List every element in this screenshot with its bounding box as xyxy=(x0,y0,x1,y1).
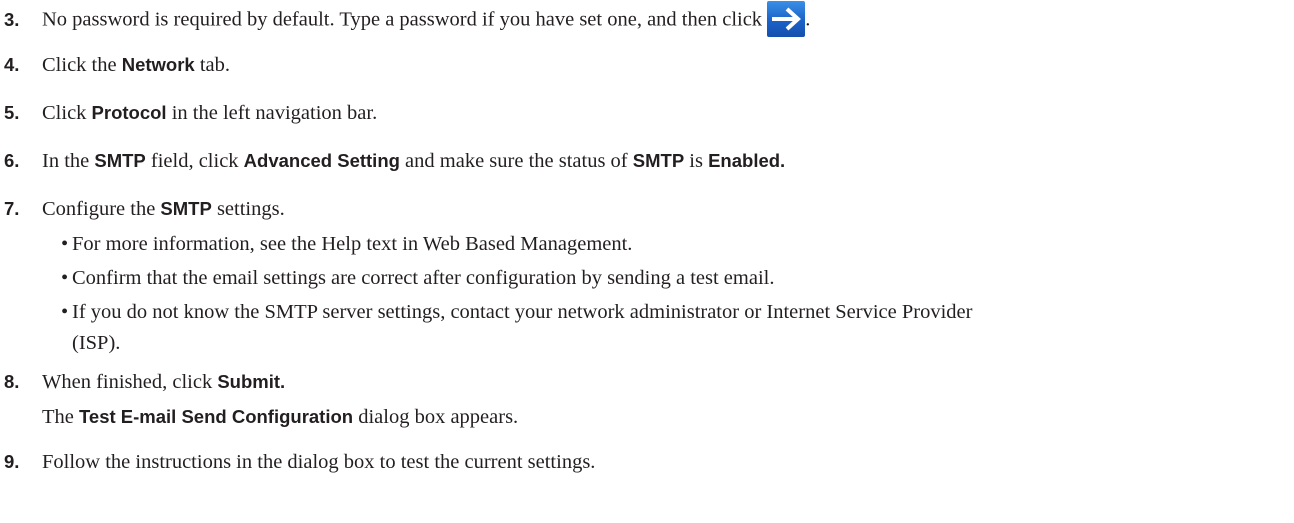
advanced-setting-keyword: Advanced Setting xyxy=(243,150,400,171)
step-number: 3. xyxy=(4,8,20,30)
note-text: The xyxy=(42,406,79,428)
step-5: 5. Click Protocol in the left navigation … xyxy=(4,101,377,125)
step-number: 7. xyxy=(4,198,20,219)
step-8: 8. When finished, click Submit. xyxy=(4,370,285,394)
step-text: Click the xyxy=(42,54,122,76)
submit-keyword: Submit. xyxy=(217,371,286,392)
bullet-dot: • xyxy=(61,301,69,323)
step-number: 5. xyxy=(4,102,20,123)
step-4: 4. Click the Network tab. xyxy=(4,53,230,77)
smtp-keyword: SMTP xyxy=(632,150,685,171)
step-text: and make sure the status of xyxy=(399,150,633,172)
step-8-note: The Test E-mail Send Configuration dialo… xyxy=(42,405,518,429)
enabled-keyword: Enabled. xyxy=(708,150,786,171)
step-number: 8. xyxy=(4,371,20,392)
bullet-item: • If you do not know the SMTP server sett… xyxy=(61,300,972,324)
bullet-text-continuation: (ISP). xyxy=(72,332,121,354)
step-6: 6. In the SMTP field, click Advanced Sett… xyxy=(4,149,785,173)
step-text: Configure the xyxy=(42,198,161,220)
bullet-text: For more information, see the Help text … xyxy=(72,233,633,255)
step-text: field, click xyxy=(145,150,244,172)
dialog-name-keyword: Test E-mail Send Configuration xyxy=(79,406,354,427)
bullet-dot: • xyxy=(61,233,69,255)
step-text: settings. xyxy=(211,198,285,220)
bullet-item: • For more information, see the Help text… xyxy=(61,232,632,256)
step-text-end: . xyxy=(805,8,811,31)
step-text: Click xyxy=(42,102,92,124)
step-text: No password is required by default. Type… xyxy=(42,8,768,31)
step-3: 3. No password is required by default. Ty… xyxy=(4,1,811,39)
step-text: When finished, click xyxy=(42,371,218,393)
bullet-text: If you do not know the SMTP server setti… xyxy=(72,301,973,323)
step-text: is xyxy=(684,150,709,172)
step-text: In the xyxy=(42,150,95,172)
step-text: Follow the instructions in the dialog bo… xyxy=(42,451,596,473)
protocol-keyword: Protocol xyxy=(91,102,167,123)
step-text: tab. xyxy=(194,54,231,76)
bullet-item: • Confirm that the email settings are cor… xyxy=(61,266,774,290)
right-arrow-button-icon xyxy=(767,1,806,37)
bullet-text: Confirm that the email settings are corr… xyxy=(72,267,775,289)
network-tab-keyword: Network xyxy=(121,54,195,75)
smtp-keyword: SMTP xyxy=(160,198,212,219)
note-text: dialog box appears. xyxy=(353,406,519,428)
step-9: 9. Follow the instructions in the dialog … xyxy=(4,450,595,474)
bullet-dot: • xyxy=(61,267,69,289)
step-7: 7. Configure the SMTP settings. xyxy=(4,197,285,221)
step-text: in the left navigation bar. xyxy=(166,102,378,124)
step-number: 4. xyxy=(4,54,20,75)
step-number: 9. xyxy=(4,451,20,472)
step-number: 6. xyxy=(4,150,20,171)
smtp-keyword: SMTP xyxy=(94,150,146,171)
